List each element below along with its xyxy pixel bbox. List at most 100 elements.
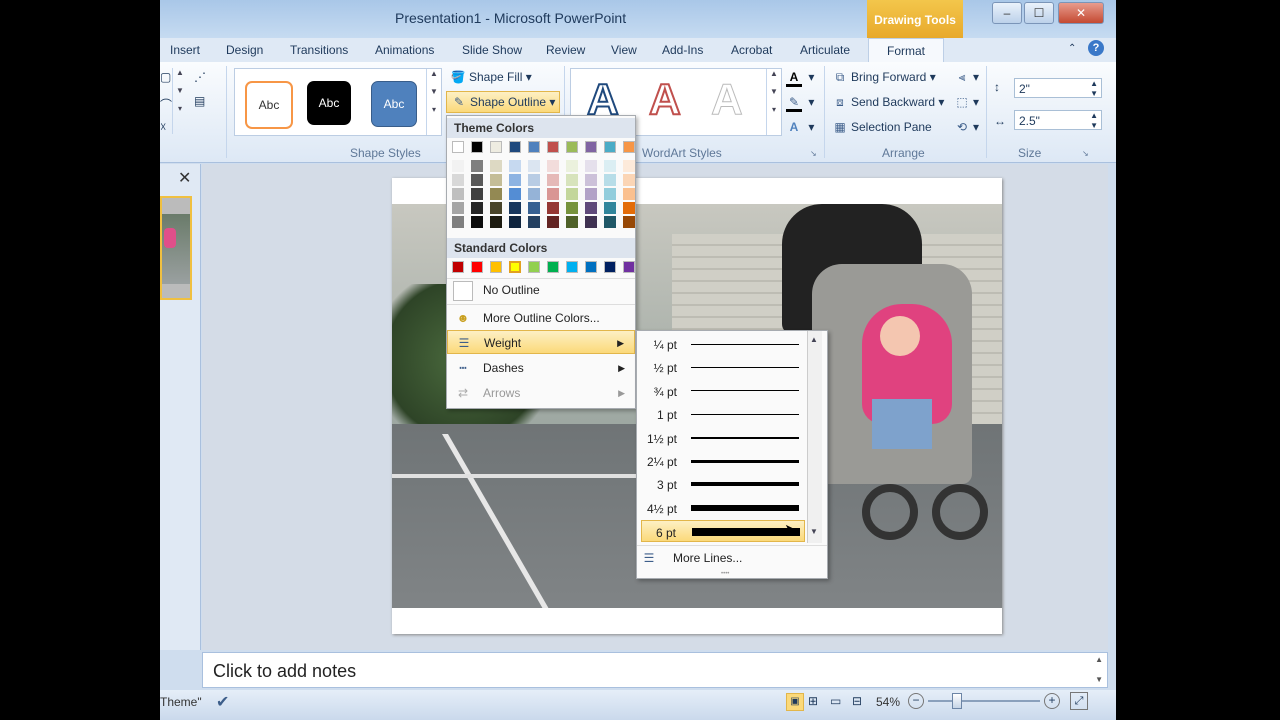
zoom-level[interactable]: 54% xyxy=(876,695,900,709)
theme-color-swatch[interactable] xyxy=(623,141,635,153)
close-pane-icon[interactable]: ✕ xyxy=(178,168,191,188)
theme-shade-swatch[interactable] xyxy=(471,216,483,228)
more-outline-colors-item[interactable]: ☻ More Outline Colors... xyxy=(447,306,635,330)
theme-shade-swatch[interactable] xyxy=(490,188,502,200)
tab-review[interactable]: Review xyxy=(546,43,585,57)
zoom-in-icon[interactable]: + xyxy=(1044,693,1060,709)
minimize-button[interactable]: – xyxy=(992,2,1022,24)
slide-thumbnail[interactable] xyxy=(160,196,192,300)
theme-shade-swatch[interactable] xyxy=(547,202,559,214)
weight-option[interactable]: 1½ pt xyxy=(641,427,805,449)
theme-shade-swatch[interactable] xyxy=(509,188,521,200)
resize-grip-icon[interactable]: •••• xyxy=(721,571,729,577)
shapes-gallery-scroll[interactable]: ▲ ▼ ▾ xyxy=(172,68,187,134)
shape-style-black-fill[interactable]: Abc xyxy=(307,81,351,125)
theme-shade-swatch[interactable] xyxy=(623,216,635,228)
theme-shade-swatch[interactable] xyxy=(528,174,540,186)
theme-shade-swatch[interactable] xyxy=(585,160,597,172)
theme-shade-swatch[interactable] xyxy=(604,160,616,172)
shape-outline-button[interactable]: ✎ Shape Outline ▾ xyxy=(446,91,561,113)
tab-view[interactable]: View xyxy=(611,43,637,57)
spelling-check-icon[interactable]: ✔ xyxy=(216,692,229,712)
reading-view-icon[interactable]: ▭ xyxy=(830,694,841,708)
weight-option[interactable]: 4½ pt xyxy=(641,497,805,519)
text-effects-button[interactable]: A ▾ xyxy=(786,120,815,134)
bring-forward-button[interactable]: ⧉ Bring Forward ▾ xyxy=(832,70,936,85)
edit-shape-icon[interactable]: ⋰ xyxy=(194,70,206,84)
tab-transitions[interactable]: Transitions xyxy=(290,43,348,57)
group-button[interactable]: ⬚ ▾ xyxy=(954,95,979,109)
theme-shade-swatch[interactable] xyxy=(452,174,464,186)
theme-shade-swatch[interactable] xyxy=(471,160,483,172)
theme-shade-swatch[interactable] xyxy=(623,174,635,186)
shape-width-input[interactable]: 2.5" ▲ ▼ xyxy=(1014,110,1102,130)
theme-shade-swatch[interactable] xyxy=(585,174,597,186)
weight-option[interactable]: 1 pt xyxy=(641,403,805,425)
standard-color-swatch[interactable] xyxy=(471,261,483,273)
theme-shade-swatch[interactable] xyxy=(509,160,521,172)
weight-option[interactable]: ¾ pt xyxy=(641,380,805,402)
tab-format[interactable]: Format xyxy=(868,38,944,63)
scroll-down-icon[interactable]: ▼ xyxy=(810,527,818,536)
theme-shade-swatch[interactable] xyxy=(471,174,483,186)
theme-shade-swatch[interactable] xyxy=(623,202,635,214)
help-icon[interactable]: ? xyxy=(1088,40,1104,56)
theme-shade-swatch[interactable] xyxy=(471,202,483,214)
theme-shade-swatch[interactable] xyxy=(623,188,635,200)
standard-color-swatch[interactable] xyxy=(452,261,464,273)
weight-option[interactable]: 3 pt xyxy=(641,473,805,495)
theme-shade-swatch[interactable] xyxy=(528,216,540,228)
theme-shade-swatch[interactable] xyxy=(566,216,578,228)
theme-shade-swatch[interactable] xyxy=(547,188,559,200)
theme-shade-swatch[interactable] xyxy=(490,174,502,186)
weight-option[interactable]: ½ pt xyxy=(641,356,805,378)
theme-shade-swatch[interactable] xyxy=(490,202,502,214)
notes-scroll-up-icon[interactable]: ▲ xyxy=(1095,655,1103,664)
shape-fill-button[interactable]: 🪣 Shape Fill ▾ xyxy=(450,70,532,84)
theme-color-swatch[interactable] xyxy=(566,141,578,153)
rotate-button[interactable]: ⟲ ▾ xyxy=(954,120,979,134)
theme-color-swatch[interactable] xyxy=(604,141,616,153)
shape-style-orange-outline[interactable]: Abc xyxy=(245,81,293,129)
tab-animations[interactable]: Animations xyxy=(375,43,434,57)
theme-color-swatch[interactable] xyxy=(585,141,597,153)
maximize-button[interactable]: ☐ xyxy=(1024,2,1054,24)
wordart-style-gray[interactable]: A xyxy=(711,75,744,125)
shape-height-input[interactable]: 2" ▲ ▼ xyxy=(1014,78,1102,98)
theme-shade-swatch[interactable] xyxy=(604,174,616,186)
theme-shade-swatch[interactable] xyxy=(509,174,521,186)
standard-color-swatch[interactable] xyxy=(566,261,578,273)
zoom-out-icon[interactable]: − xyxy=(908,693,924,709)
theme-shade-swatch[interactable] xyxy=(490,216,502,228)
theme-shade-swatch[interactable] xyxy=(547,174,559,186)
zoom-slider-thumb[interactable] xyxy=(952,693,962,709)
theme-shade-swatch[interactable] xyxy=(623,160,635,172)
collapse-ribbon-icon[interactable]: ⌃ xyxy=(1068,43,1076,54)
theme-shade-swatch[interactable] xyxy=(509,202,521,214)
standard-color-swatch[interactable] xyxy=(604,261,616,273)
shape-gallery-partial-icon[interactable]: ▢ xyxy=(160,70,171,84)
theme-shade-swatch[interactable] xyxy=(604,216,616,228)
normal-view-icon[interactable]: ▣ xyxy=(786,693,804,711)
theme-shade-swatch[interactable] xyxy=(528,202,540,214)
theme-shade-swatch[interactable] xyxy=(566,174,578,186)
theme-shade-swatch[interactable] xyxy=(547,216,559,228)
theme-shade-swatch[interactable] xyxy=(452,188,464,200)
theme-shade-swatch[interactable] xyxy=(490,160,502,172)
shape-gallery-partial-icon-2[interactable]: ⌒ xyxy=(160,96,172,113)
tab-insert[interactable]: Insert xyxy=(170,43,200,57)
selection-pane-button[interactable]: ▦ Selection Pane xyxy=(832,120,931,134)
zoom-slider-track[interactable] xyxy=(928,700,1040,702)
wordart-style-red[interactable]: A xyxy=(648,74,682,125)
text-outline-button[interactable]: ✎ ▾ xyxy=(786,95,814,112)
notes-scroll-down-icon[interactable]: ▼ xyxy=(1095,675,1103,684)
slide-show-view-icon[interactable]: ⊟ xyxy=(852,694,862,708)
tab-articulate[interactable]: Articulate xyxy=(800,43,850,57)
tab-slide-show[interactable]: Slide Show xyxy=(462,43,522,57)
standard-color-swatch[interactable] xyxy=(509,261,521,273)
theme-shade-swatch[interactable] xyxy=(566,202,578,214)
wordart-scroll[interactable]: ▲ ▼ ▾ xyxy=(766,69,781,135)
slide-sorter-view-icon[interactable]: ⊞ xyxy=(808,694,818,708)
theme-shade-swatch[interactable] xyxy=(509,216,521,228)
close-button[interactable]: ✕ xyxy=(1058,2,1104,24)
